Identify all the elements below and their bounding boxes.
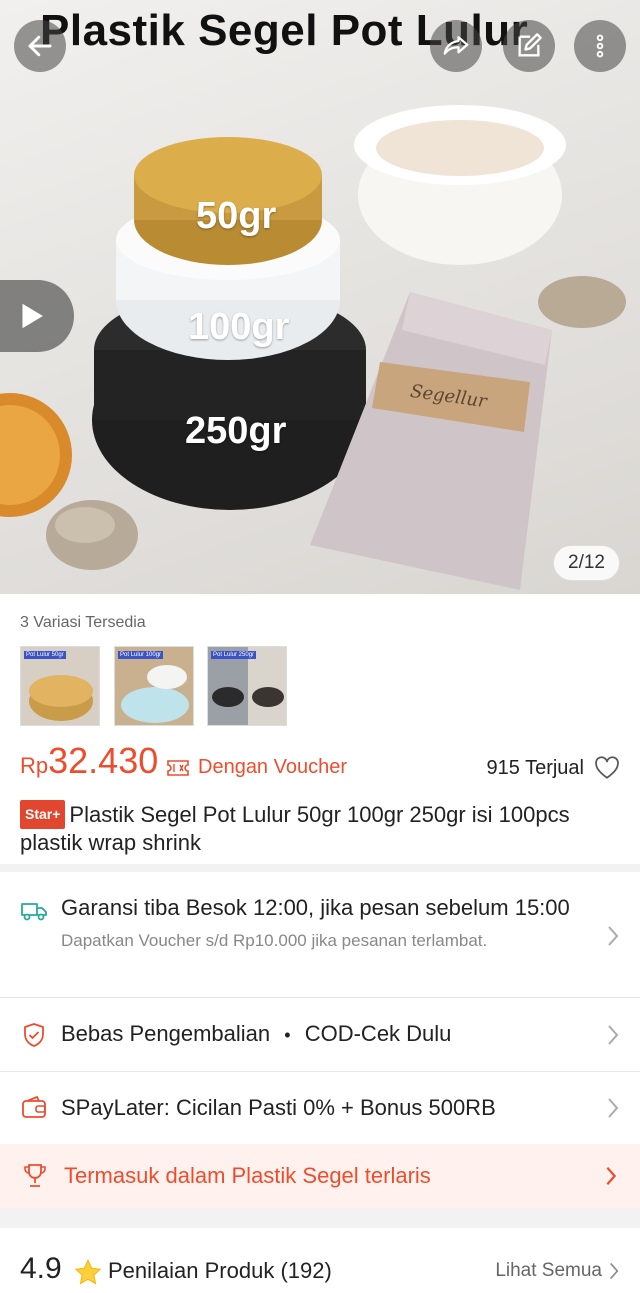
paylater-label: SPayLater: Cicilan Pasti 0% + Bonus 500R… xyxy=(61,1095,496,1120)
see-all-link[interactable]: Lihat Semua xyxy=(495,1260,620,1282)
more-button[interactable] xyxy=(574,20,626,72)
rating-title: Penilaian Produk (192) xyxy=(108,1258,332,1284)
image-counter: 2/12 xyxy=(553,545,620,581)
chevron-right-icon xyxy=(610,1262,619,1280)
variant-thumb-tag: Pot Lulur 250gr xyxy=(211,651,257,659)
arrow-left-icon xyxy=(28,35,52,57)
chevron-right-icon xyxy=(606,1167,617,1185)
heart-icon[interactable] xyxy=(594,756,620,780)
pot-label-50: 50gr xyxy=(196,195,277,237)
bestseller-row[interactable]: Termasuk dalam Plastik Segel terlaris xyxy=(0,1144,640,1208)
shipping-title: Garansi tiba Besok 12:00, jika pesan seb… xyxy=(61,895,570,920)
section-divider xyxy=(0,1208,640,1228)
variant-thumb-1[interactable]: Pot Lulur 50gr xyxy=(20,646,100,726)
chevron-right-icon xyxy=(608,1025,619,1045)
share-button[interactable] xyxy=(430,20,482,72)
shipping-guarantee-text: Garansi tiba Besok 12:00, jika pesan seb… xyxy=(61,894,581,954)
shipping-sub: Dapatkan Voucher s/d Rp10.000 jika pesan… xyxy=(61,931,488,950)
voucher-icon xyxy=(167,759,189,776)
edit-icon xyxy=(518,33,542,57)
separator-dot: • xyxy=(284,1025,291,1045)
product-title: Star+ Plastik Segel Pot Lulur 50gr 100gr … xyxy=(20,800,620,856)
voucher-info[interactable]: Dengan Voucher xyxy=(166,756,347,779)
variant-thumb-2[interactable]: Pot Lulur 100gr xyxy=(114,646,194,726)
returns-label: Bebas Pengembalian xyxy=(61,1021,271,1046)
shield-check-icon xyxy=(24,1023,44,1047)
price: Rp32.430 xyxy=(20,740,158,782)
variant-thumb-tag: Pot Lulur 50gr xyxy=(24,651,66,659)
play-icon xyxy=(22,303,43,329)
price-row: Rp32.430 Dengan Voucher 915 Terjual xyxy=(20,740,620,790)
play-video-button[interactable] xyxy=(0,280,74,352)
returns-row[interactable]: Bebas Pengembalian • COD-Cek Dulu xyxy=(0,998,640,1072)
pot-label-250: 250gr xyxy=(185,410,287,452)
see-all-label: Lihat Semua xyxy=(495,1260,602,1281)
rating-value: 4.9 xyxy=(20,1252,62,1285)
rating-title-text: Penilaian Produk xyxy=(108,1258,275,1283)
returns-text: Bebas Pengembalian • COD-Cek Dulu xyxy=(61,1021,451,1047)
shipping-guarantee-row[interactable]: Garansi tiba Besok 12:00, jika pesan seb… xyxy=(0,872,640,998)
star-icon xyxy=(74,1259,102,1285)
sold-info: 915 Terjual xyxy=(487,756,620,780)
price-amount: 32.430 xyxy=(48,740,159,781)
share-icon xyxy=(443,36,469,55)
chevron-right-icon xyxy=(608,926,619,946)
truck-icon xyxy=(21,903,47,921)
wallet-icon xyxy=(22,1095,46,1118)
voucher-label: Dengan Voucher xyxy=(198,756,348,778)
rating-row[interactable]: 4.9 Penilaian Produk (192) Lihat Semua xyxy=(0,1240,640,1293)
pot-label-100: 100gr xyxy=(188,306,290,348)
variants-label: 3 Variasi Tersedia xyxy=(20,614,146,631)
edit-button[interactable] xyxy=(503,20,555,72)
product-title-text: Plastik Segel Pot Lulur 50gr 100gr 250gr… xyxy=(20,802,570,855)
product-photo xyxy=(0,105,626,590)
price-currency: Rp xyxy=(20,753,49,778)
product-image-carousel[interactable]: Plastik Segel Pot Lulur 50gr 100gr 250gr… xyxy=(0,0,640,594)
sold-count: 915 Terjual xyxy=(486,756,584,779)
back-button[interactable] xyxy=(14,20,66,72)
cod-label: COD-Cek Dulu xyxy=(304,1021,452,1046)
paylater-row[interactable]: SPayLater: Cicilan Pasti 0% + Bonus 500R… xyxy=(0,1072,640,1144)
section-divider xyxy=(0,864,640,872)
trophy-icon xyxy=(24,1164,46,1187)
chevron-right-icon xyxy=(608,1098,619,1118)
variant-thumb-tag: Pot Lulur 100gr xyxy=(118,651,164,659)
rating-count: (192) xyxy=(280,1258,332,1283)
more-vertical-icon xyxy=(596,34,604,58)
bestseller-label: Termasuk dalam Plastik Segel terlaris xyxy=(64,1163,431,1188)
star-plus-badge: Star+ xyxy=(20,800,66,829)
variant-thumb-3[interactable]: Pot Lulur 250gr xyxy=(207,646,287,726)
